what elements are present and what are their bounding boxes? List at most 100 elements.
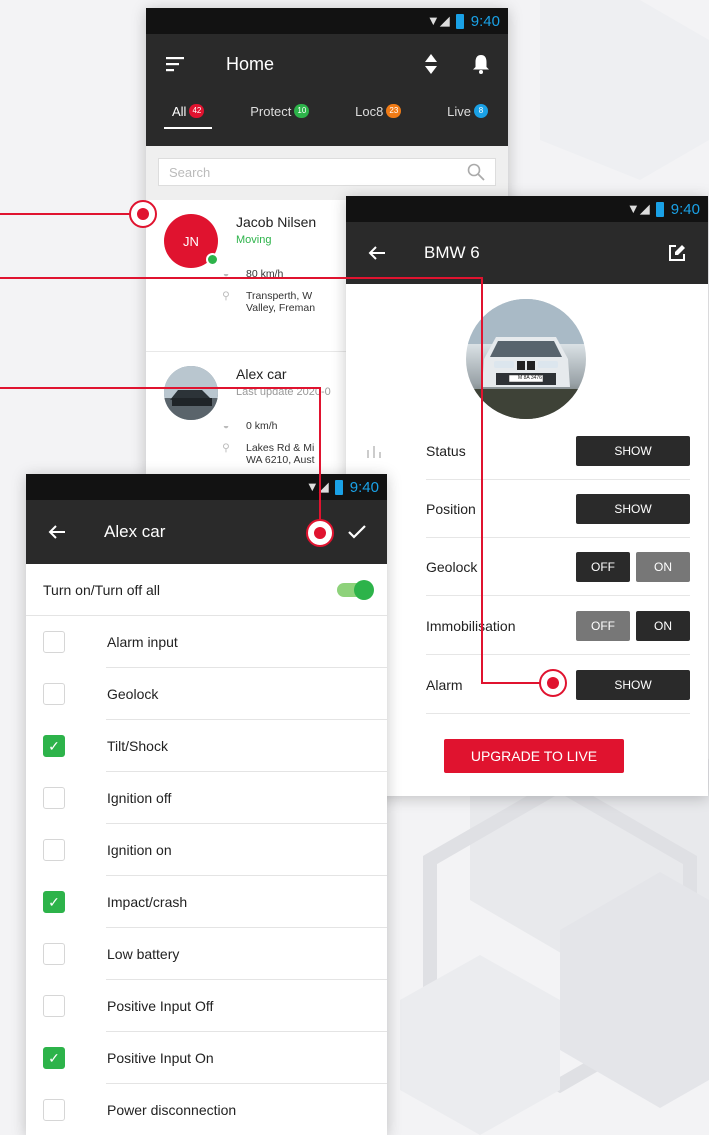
- tab-label: Live: [447, 103, 471, 119]
- check-icon: ✓: [48, 893, 60, 910]
- wifi-signal-icon: ▼◢: [426, 13, 450, 28]
- setting-label: Position: [426, 500, 476, 517]
- checkmark-icon[interactable]: [347, 524, 367, 540]
- turn-all-row: Turn on/Turn off all: [26, 564, 387, 616]
- battery-icon: [655, 201, 664, 217]
- count-badge: 23: [386, 104, 402, 118]
- search-placeholder: Search: [169, 164, 211, 180]
- callout-marker: [129, 200, 157, 228]
- list-item[interactable]: Alarm input: [26, 616, 387, 668]
- check-icon: ✓: [48, 1049, 60, 1066]
- status-time: 9:40: [349, 478, 379, 496]
- bell-icon[interactable]: [472, 54, 490, 74]
- vehicle-photo: [466, 299, 586, 419]
- setting-row-immobilisation: Immobilisation OFF ON: [426, 597, 690, 655]
- setting-row-geolock: Geolock OFF ON: [426, 538, 690, 596]
- page-title: BMW 6: [424, 243, 480, 262]
- setting-row-status: Status SHOW: [426, 422, 690, 480]
- wifi-signal-icon: ▼◢: [626, 201, 650, 216]
- check-icon: ✓: [48, 737, 60, 754]
- status-bar: ▼◢ 9:40: [26, 474, 387, 500]
- checkbox-checked[interactable]: ✓: [43, 735, 65, 757]
- vehicle-photo-avatar: [164, 366, 218, 420]
- immobilisation-on-button[interactable]: ON: [636, 610, 690, 641]
- geolock-off-button[interactable]: OFF: [576, 551, 630, 582]
- list-item[interactable]: Ignition on: [26, 824, 387, 876]
- tab-label: Loc8: [355, 103, 384, 119]
- car-image: [466, 299, 586, 419]
- search-icon[interactable]: [467, 163, 485, 181]
- setting-label: Status: [426, 442, 466, 459]
- turn-all-switch[interactable]: [337, 579, 374, 600]
- back-arrow-icon[interactable]: [368, 245, 386, 261]
- battery-icon: [455, 13, 464, 29]
- tab-all[interactable]: All 42: [163, 104, 213, 129]
- checkbox[interactable]: [43, 943, 65, 965]
- tab-protect[interactable]: Protect 10: [250, 104, 310, 123]
- list-item[interactable]: Geolock: [26, 668, 387, 720]
- geolock-on-button[interactable]: ON: [636, 551, 690, 582]
- battery-icon: [334, 479, 343, 495]
- vehicle-speed: 80 km/h: [246, 268, 284, 280]
- vehicle-speed: 0 km/h: [246, 420, 278, 432]
- callout-marker: [539, 669, 567, 697]
- callout-marker: [306, 519, 334, 547]
- avatar: JN: [164, 214, 219, 268]
- list-item[interactable]: ✓ Positive Input On: [26, 1032, 387, 1084]
- status-show-button[interactable]: SHOW: [576, 435, 690, 466]
- edit-icon[interactable]: [668, 244, 686, 262]
- setting-label: Geolock: [426, 558, 478, 575]
- list-item[interactable]: Power disconnection: [26, 1084, 387, 1135]
- vehicle-address-line1: Lakes Rd & Mi: [246, 442, 315, 454]
- checkbox[interactable]: [43, 683, 65, 705]
- list-item[interactable]: ✓ Impact/crash: [26, 876, 387, 928]
- tab-live[interactable]: Live 8: [447, 104, 488, 123]
- alarm-label: Geolock: [107, 686, 159, 702]
- immobilisation-off-button[interactable]: OFF: [576, 610, 630, 641]
- status-time: 9:40: [470, 12, 500, 30]
- status-time: 9:40: [670, 200, 700, 218]
- car-photo-icon: [164, 366, 218, 420]
- list-item[interactable]: Positive Input Off: [26, 980, 387, 1032]
- tab-loc8[interactable]: Loc8 23: [355, 103, 402, 123]
- signal-bars-icon: [367, 446, 381, 458]
- alarm-label: Alarm input: [107, 634, 178, 650]
- speedometer-icon: ◒: [222, 420, 230, 432]
- switch-knob: [354, 579, 374, 600]
- count-badge: 42: [189, 104, 205, 118]
- status-bar: ▼◢ 9:40: [146, 8, 508, 34]
- page-title: Home: [226, 53, 275, 74]
- back-arrow-icon[interactable]: [48, 524, 66, 540]
- vehicle-address-line1: Transperth, W: [246, 290, 313, 302]
- alarm-show-button[interactable]: SHOW: [576, 669, 690, 700]
- count-badge: 8: [474, 104, 488, 118]
- immobilisation-toggle: OFF ON: [576, 610, 690, 641]
- alarm-list: Alarm input Geolock ✓ Tilt/Shock Ignition of…: [26, 616, 387, 1135]
- vehicle-appbar: BMW 6: [346, 222, 708, 284]
- setting-label: Alarm: [426, 676, 463, 693]
- location-pin-icon: ⚲: [222, 442, 230, 454]
- sort-updown-icon[interactable]: [424, 53, 438, 75]
- checkbox[interactable]: [43, 631, 65, 653]
- checkbox-checked[interactable]: ✓: [43, 1047, 65, 1069]
- count-badge: 10: [294, 104, 310, 118]
- checkbox[interactable]: [43, 839, 65, 861]
- list-item[interactable]: Low battery: [26, 928, 387, 980]
- position-show-button[interactable]: SHOW: [576, 493, 690, 524]
- license-plate-text: M 8A 3476: [518, 375, 542, 381]
- search-input[interactable]: Search: [158, 158, 496, 186]
- sort-icon[interactable]: [166, 56, 186, 72]
- vehicle-address-line2: Valley, Freman: [246, 302, 316, 314]
- home-appbar: Home: [146, 34, 508, 94]
- checkbox[interactable]: [43, 787, 65, 809]
- list-item[interactable]: Ignition off: [26, 772, 387, 824]
- list-item[interactable]: ✓ Tilt/Shock: [26, 720, 387, 772]
- checkbox[interactable]: [43, 1099, 65, 1121]
- setting-row-position: Position SHOW: [426, 480, 690, 538]
- alarm-label: Ignition off: [107, 790, 172, 806]
- upgrade-to-live-button[interactable]: UPGRADE TO LIVE: [444, 739, 624, 773]
- checkbox-checked[interactable]: ✓: [43, 891, 65, 913]
- wifi-signal-icon: ▼◢: [305, 479, 329, 494]
- checkbox[interactable]: [43, 995, 65, 1017]
- alarm-label: Low battery: [107, 946, 180, 962]
